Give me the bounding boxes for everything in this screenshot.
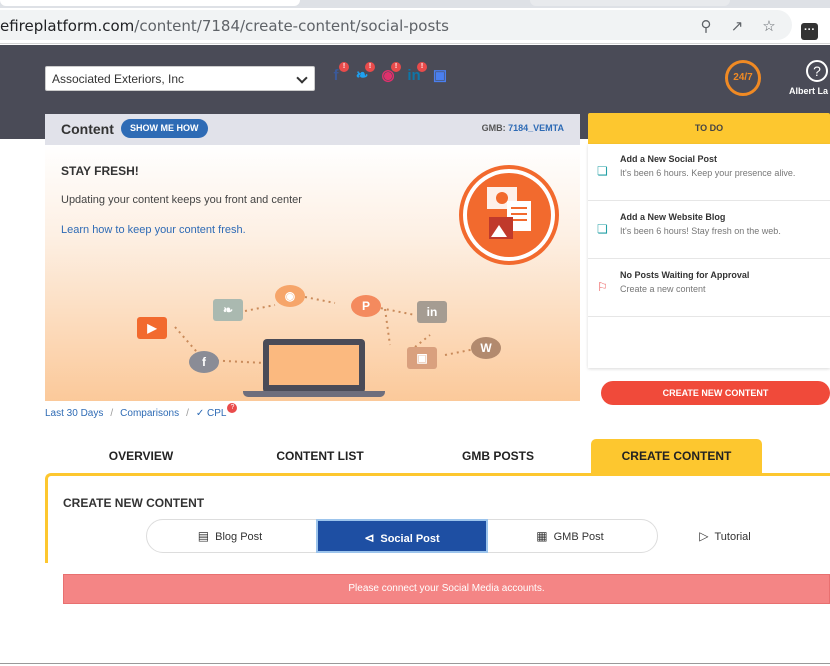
laptop-screen <box>269 345 359 385</box>
todo-item-title: No Posts Waiting for Approval <box>620 270 750 280</box>
share-icon: ⊲ <box>364 531 375 545</box>
linkedin-icon: in <box>417 301 447 323</box>
todo-item-title: Add a New Social Post <box>620 154 718 164</box>
address-url[interactable]: efireplatform.com/content/7184/create-co… <box>0 17 449 35</box>
add-post-icon: ❏ <box>597 164 608 178</box>
todo-item-desc: Create a new content <box>620 284 706 294</box>
blog-icon: ▤ <box>197 529 210 543</box>
notification-badge: ! <box>417 62 427 72</box>
create-new-content-button[interactable]: CREATE NEW CONTENT <box>601 381 830 405</box>
hero-headline: STAY FRESH! <box>61 164 139 178</box>
extension-icon[interactable]: ··· <box>801 23 818 40</box>
tab-create-content[interactable]: CREATE CONTENT <box>591 439 762 473</box>
help-icon[interactable]: ? <box>806 60 828 82</box>
content-files-icon <box>487 187 531 239</box>
todo-item-desc: It's been 6 hours! Stay fresh on the web… <box>620 226 781 236</box>
instagram-icon[interactable]: ◉! <box>378 62 401 86</box>
range-filter[interactable]: Last 30 Days <box>45 408 103 419</box>
todo-item-title: Add a New Website Blog <box>620 212 726 222</box>
todo-item[interactable]: ❏ Add a New Website Blog It's been 6 hou… <box>588 202 830 259</box>
user-name[interactable]: Albert La <box>789 86 828 96</box>
cpl-filter[interactable]: CPL <box>207 408 226 419</box>
separator: / <box>186 408 189 419</box>
browser-tab-strip <box>0 0 830 8</box>
url-path: /content/7184/create-content/social-post… <box>134 17 449 35</box>
hero-description: Updating your content keeps you front an… <box>61 194 302 206</box>
bookmark-star-icon[interactable]: ☆ <box>760 18 778 36</box>
account-select[interactable]: Associated Exteriors, Inc <box>45 66 315 91</box>
chevron-down-icon <box>296 72 308 84</box>
show-me-how-button[interactable]: SHOW ME HOW <box>121 119 208 138</box>
instagram-icon: ◉ <box>275 285 305 307</box>
shop-icon: ▣ <box>407 347 437 369</box>
todo-item[interactable]: ❏ Add a New Social Post It's been 6 hour… <box>588 144 830 201</box>
todo-header: TO DO <box>588 113 830 144</box>
facebook-icon: f <box>189 351 219 373</box>
support-24-7-icon[interactable]: 24/7 <box>725 60 761 96</box>
tab-overview[interactable]: OVERVIEW <box>64 439 218 473</box>
flag-icon: ⚐ <box>597 280 608 294</box>
linkedin-icon[interactable]: in! <box>404 62 427 86</box>
social-post-label: Social Post <box>380 533 440 545</box>
separator: / <box>110 408 114 419</box>
gmb-post-option[interactable]: ▦ GMB Post <box>510 519 630 553</box>
zoom-icon[interactable]: ⚲ <box>697 18 715 36</box>
gmb-post-label: GMB Post <box>553 531 604 543</box>
learn-link[interactable]: Learn how to keep your content fresh. <box>61 224 246 236</box>
address-bar[interactable]: efireplatform.com/content/7184/create-co… <box>0 10 792 40</box>
tab-gmb-posts[interactable]: GMB POSTS <box>421 439 575 473</box>
laptop-illustration <box>243 339 385 397</box>
content-badge-inner <box>467 173 551 257</box>
browser-toolbar: efireplatform.com/content/7184/create-co… <box>0 8 830 44</box>
blog-post-option[interactable]: ▤ Blog Post <box>170 519 290 553</box>
gmb-id: GMB: 7184_VEMTA <box>482 123 564 133</box>
comparisons-filter[interactable]: Comparisons <box>120 408 179 419</box>
social-connect-alert: Please connect your Social Media account… <box>63 574 830 604</box>
blog-post-label: Blog Post <box>215 531 263 543</box>
tutorial-label: Tutorial <box>714 531 751 543</box>
divider <box>0 663 830 664</box>
store-icon: ▦ <box>536 529 548 543</box>
panel-title: CREATE NEW CONTENT <box>63 496 205 510</box>
content-card-header: Content SHOW ME HOW GMB: 7184_VEMTA <box>45 114 580 145</box>
notification-badge: ! <box>339 62 349 72</box>
google-my-business-icon[interactable]: ▣ <box>430 66 450 86</box>
notification-badge: ! <box>391 62 401 72</box>
gmb-value: 7184_VEMTA <box>508 123 564 133</box>
pinterest-icon: P <box>351 295 381 317</box>
todo-item-desc: It's been 6 hours. Keep your presence al… <box>620 168 796 178</box>
gmb-label: GMB: <box>481 123 506 133</box>
browser-tab[interactable] <box>0 0 300 6</box>
play-icon: ▷ <box>699 529 709 543</box>
notification-badge: ! <box>365 62 375 72</box>
cpl-help-badge[interactable]: ? <box>227 403 238 413</box>
todo-list: ❏ Add a New Social Post It's been 6 hour… <box>588 144 830 368</box>
content-hero: STAY FRESH! Updating your content keeps … <box>45 145 580 401</box>
todo-item[interactable]: ⚐ No Posts Waiting for Approval Create a… <box>588 260 830 317</box>
url-host: efireplatform.com <box>0 17 135 35</box>
check-icon: ✓ <box>195 408 205 419</box>
twitter-icon[interactable]: ❧! <box>352 62 375 86</box>
laptop-base <box>243 391 385 397</box>
twitter-icon: ❧ <box>213 299 243 321</box>
social-post-option[interactable]: ⊲ Social Post <box>316 519 488 553</box>
browser-tab[interactable] <box>530 0 730 6</box>
youtube-icon: ▶ <box>137 317 167 339</box>
account-select-value: Associated Exteriors, Inc <box>52 72 185 86</box>
tutorial-option[interactable]: ▷ Tutorial <box>670 519 780 553</box>
content-title: Content <box>61 121 114 137</box>
share-icon[interactable]: ↗ <box>728 18 746 36</box>
facebook-icon[interactable]: f! <box>326 62 349 86</box>
content-badge-illustration <box>459 165 559 265</box>
add-blog-icon: ❏ <box>597 222 608 236</box>
wordpress-icon: W <box>471 337 501 359</box>
filter-bar: Last 30 Days / Comparisons / ✓ CPL? <box>45 403 238 419</box>
tab-content-list[interactable]: CONTENT LIST <box>243 439 397 473</box>
